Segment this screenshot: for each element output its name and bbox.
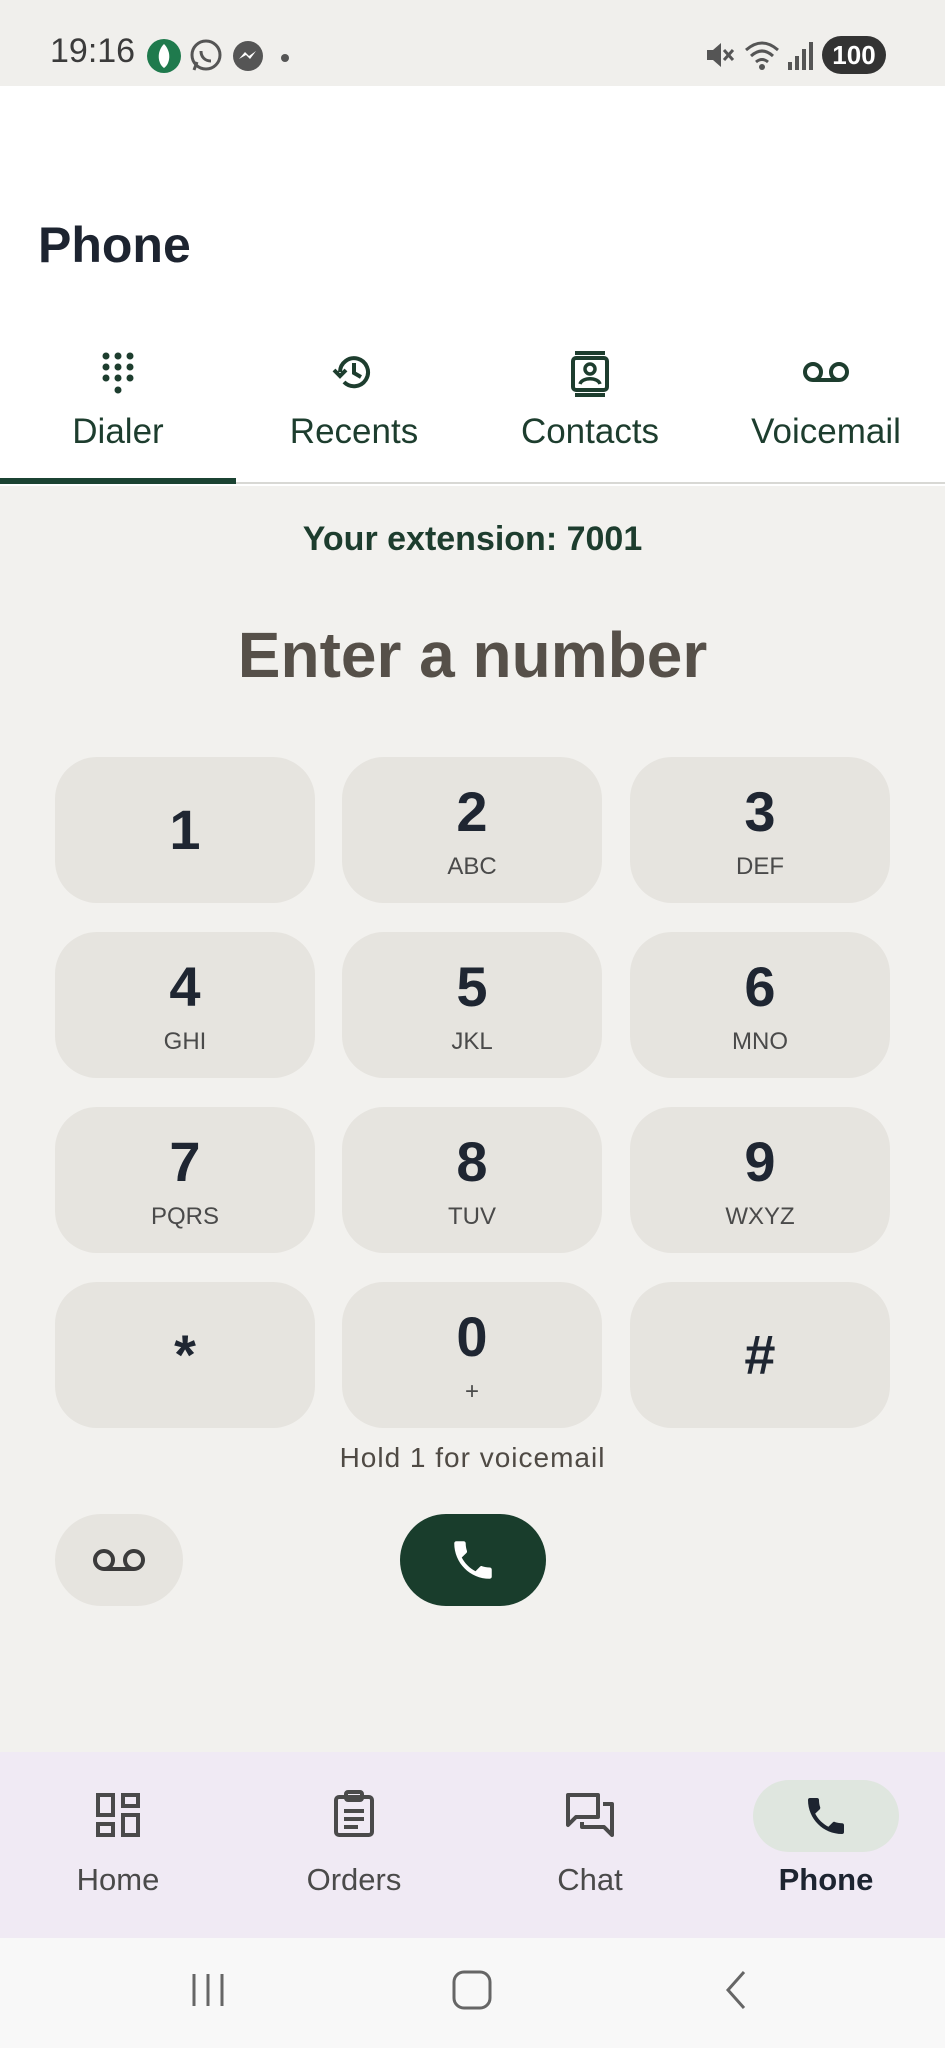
page-title: Phone — [38, 217, 191, 273]
key-8[interactable]: 8 TUV — [342, 1107, 602, 1253]
key-letters: + — [464, 1378, 479, 1405]
key-5[interactable]: 5 JKL — [342, 932, 602, 1078]
home-icon[interactable] — [450, 1968, 494, 2017]
key-letters: DEF — [736, 853, 784, 880]
tab-dialer[interactable]: Dialer — [0, 340, 236, 480]
bottom-nav: Home Orders Chat Phone — [0, 1752, 945, 1938]
phone-icon — [802, 1792, 850, 1845]
dialpad-icon — [98, 350, 138, 403]
voicemail-button[interactable] — [55, 1514, 183, 1606]
key-6[interactable]: 6 MNO — [630, 932, 890, 1078]
voicemail-icon — [802, 358, 850, 391]
nav-chat[interactable]: Chat — [472, 1752, 708, 1938]
contacts-icon — [569, 350, 611, 403]
key-digit: 4 — [169, 955, 201, 1018]
key-letters: PQRS — [150, 1203, 219, 1230]
nav-label: Home — [76, 1862, 160, 1897]
key-hash[interactable]: # — [630, 1282, 890, 1428]
key-digit: 1 — [169, 798, 201, 861]
battery-indicator: 100 — [822, 36, 886, 74]
key-letters: MNO — [732, 1028, 788, 1055]
extension-label: Your extension: 7001 — [302, 520, 643, 558]
recent-apps-icon[interactable] — [188, 1968, 228, 2017]
call-button[interactable] — [400, 1514, 546, 1606]
key-0[interactable]: 0 + — [342, 1282, 602, 1428]
dashboard-icon — [95, 1792, 141, 1843]
nav-label: Chat — [557, 1862, 623, 1897]
key-9[interactable]: 9 WXYZ — [630, 1107, 890, 1253]
key-digit: 3 — [744, 780, 776, 843]
key-2[interactable]: 2 ABC — [342, 757, 602, 903]
key-letters: WXYZ — [725, 1203, 795, 1230]
leaf-app-icon — [146, 38, 182, 79]
chat-icon — [565, 1792, 615, 1843]
clipboard-icon — [332, 1790, 376, 1843]
key-letters: TUV — [448, 1203, 496, 1230]
key-digit: 0 — [456, 1305, 488, 1368]
status-bar: 19:16 100 — [0, 0, 945, 86]
key-7[interactable]: 7 PQRS — [55, 1107, 315, 1253]
nav-phone[interactable]: Phone — [708, 1752, 944, 1938]
key-digit: 8 — [456, 1130, 488, 1193]
key-3[interactable]: 3 DEF — [630, 757, 890, 903]
dot-icon — [280, 50, 290, 68]
wifi-icon — [744, 38, 780, 77]
status-time: 19:16 — [50, 32, 136, 70]
key-digit: 9 — [744, 1130, 776, 1193]
key-digit: 6 — [744, 955, 776, 1018]
tab-recents[interactable]: Recents — [236, 340, 472, 480]
key-letters: JKL — [451, 1028, 493, 1055]
nav-label: Phone — [778, 1862, 874, 1897]
key-digit: 5 — [456, 955, 488, 1018]
active-tab-indicator — [0, 478, 236, 484]
back-icon[interactable] — [718, 1968, 754, 2017]
tab-voicemail[interactable]: Voicemail — [708, 340, 944, 480]
voicemail-hint: Hold 1 for voicemail — [339, 1442, 606, 1473]
nav-home[interactable]: Home — [0, 1752, 236, 1938]
mute-icon — [704, 38, 736, 77]
key-digit: # — [744, 1323, 776, 1386]
key-digit: * — [174, 1323, 196, 1386]
number-display[interactable]: Enter a number — [0, 618, 945, 692]
messenger-icon — [230, 38, 266, 79]
key-1[interactable]: 1 — [55, 757, 315, 903]
key-star[interactable]: * — [55, 1282, 315, 1428]
nav-orders[interactable]: Orders — [236, 1752, 472, 1938]
tab-label: Voicemail — [751, 412, 901, 451]
key-digit: 7 — [169, 1130, 201, 1193]
nav-label: Orders — [306, 1862, 402, 1897]
voicemail-icon — [93, 1549, 145, 1571]
key-digit: 2 — [456, 780, 488, 843]
tab-contacts[interactable]: Contacts — [472, 340, 708, 480]
system-nav-bar — [0, 1938, 945, 2048]
phone-icon — [454, 1541, 492, 1579]
tab-label: Recents — [289, 412, 419, 451]
history-icon — [332, 350, 376, 399]
key-letters: GHI — [163, 1028, 207, 1055]
tab-label: Dialer — [72, 412, 164, 451]
whatsapp-icon — [188, 38, 224, 79]
tab-label: Contacts — [520, 412, 660, 451]
signal-icon — [786, 38, 816, 77]
key-letters: ABC — [447, 853, 497, 880]
key-4[interactable]: 4 GHI — [55, 932, 315, 1078]
